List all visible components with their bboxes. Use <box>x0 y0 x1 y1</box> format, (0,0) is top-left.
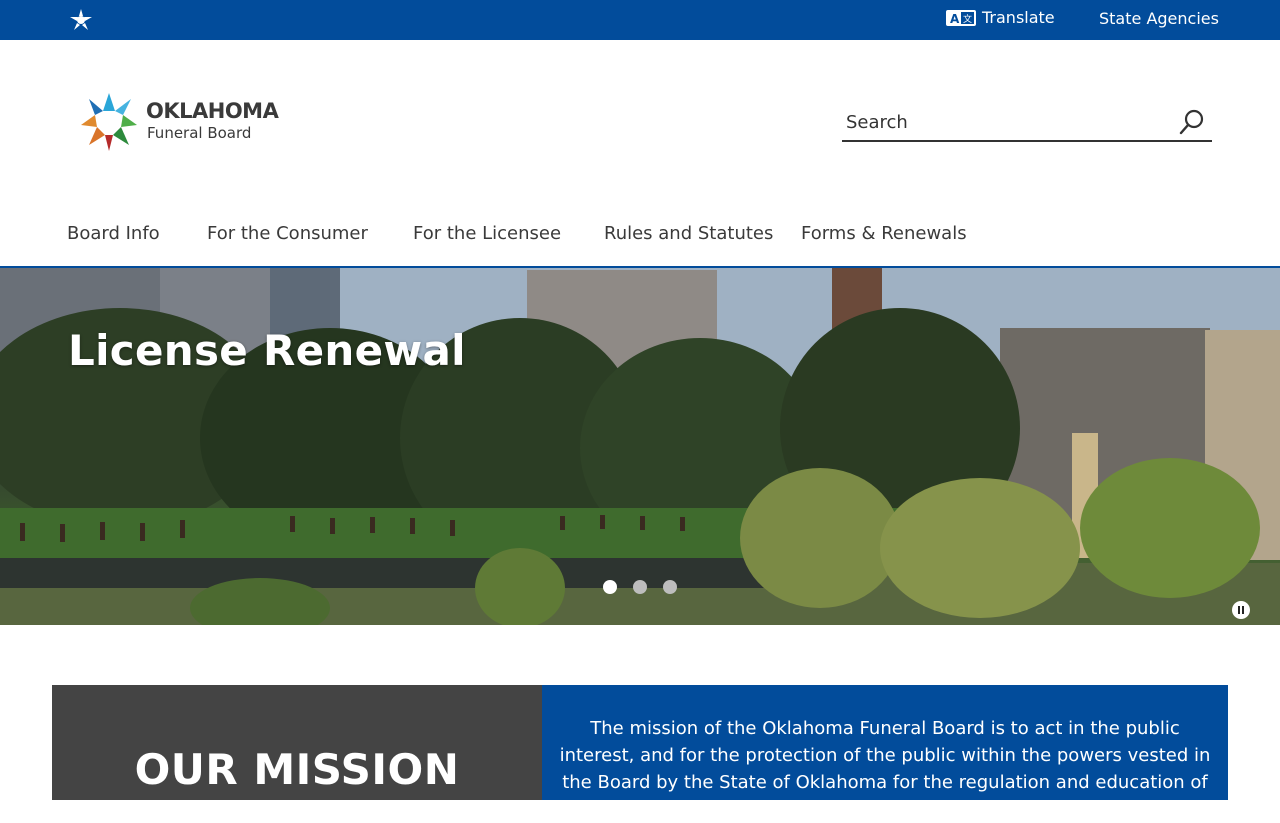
hero-background-image <box>0 268 1280 625</box>
hero-slider: License Renewal <box>0 268 1280 625</box>
mission-text: The mission of the Oklahoma Funeral Boar… <box>559 718 1211 820</box>
translate-icon: A 文 <box>946 9 976 26</box>
search-box <box>842 104 1212 142</box>
slider-dot-2[interactable] <box>633 580 647 594</box>
top-utility-bar: A 文 Translate State Agencies <box>0 0 1280 40</box>
logo-line-1: OKLAHOMA <box>146 99 279 123</box>
slider-dot-3[interactable] <box>663 580 677 594</box>
nav-item-forms-and-renewals[interactable]: Forms & Renewals <box>801 223 967 244</box>
nav-item-for-the-consumer[interactable]: For the Consumer <box>207 223 368 244</box>
search-icon[interactable] <box>1178 108 1206 136</box>
svg-text:A: A <box>950 12 960 26</box>
nav-item-rules-and-statutes[interactable]: Rules and Statutes <box>604 223 773 244</box>
oklahoma-star-icon[interactable] <box>70 9 92 31</box>
slider-dot-1[interactable] <box>603 580 617 594</box>
nav-item-board-info[interactable]: Board Info <box>67 223 160 244</box>
search-input[interactable] <box>846 108 1166 136</box>
main-navigation: Board Info For the Consumer For the Lice… <box>0 214 1280 268</box>
mission-title: OUR MISSION <box>134 745 460 794</box>
slider-dots <box>603 580 677 594</box>
pause-icon-bar <box>1242 606 1244 614</box>
state-agencies-link[interactable]: State Agencies <box>1099 9 1219 28</box>
pause-button[interactable] <box>1232 601 1250 619</box>
nav-item-for-the-licensee[interactable]: For the Licensee <box>413 223 561 244</box>
pause-icon <box>1238 606 1240 614</box>
translate-label: Translate <box>982 8 1055 27</box>
mission-text-panel: The mission of the Oklahoma Funeral Boar… <box>542 685 1228 820</box>
translate-button[interactable]: A 文 Translate <box>946 8 1055 27</box>
logo-line-2: Funeral Board <box>147 124 252 142</box>
mission-title-panel: OUR MISSION <box>52 685 542 800</box>
svg-text:文: 文 <box>963 13 972 25</box>
hero-title[interactable]: License Renewal <box>68 326 466 375</box>
